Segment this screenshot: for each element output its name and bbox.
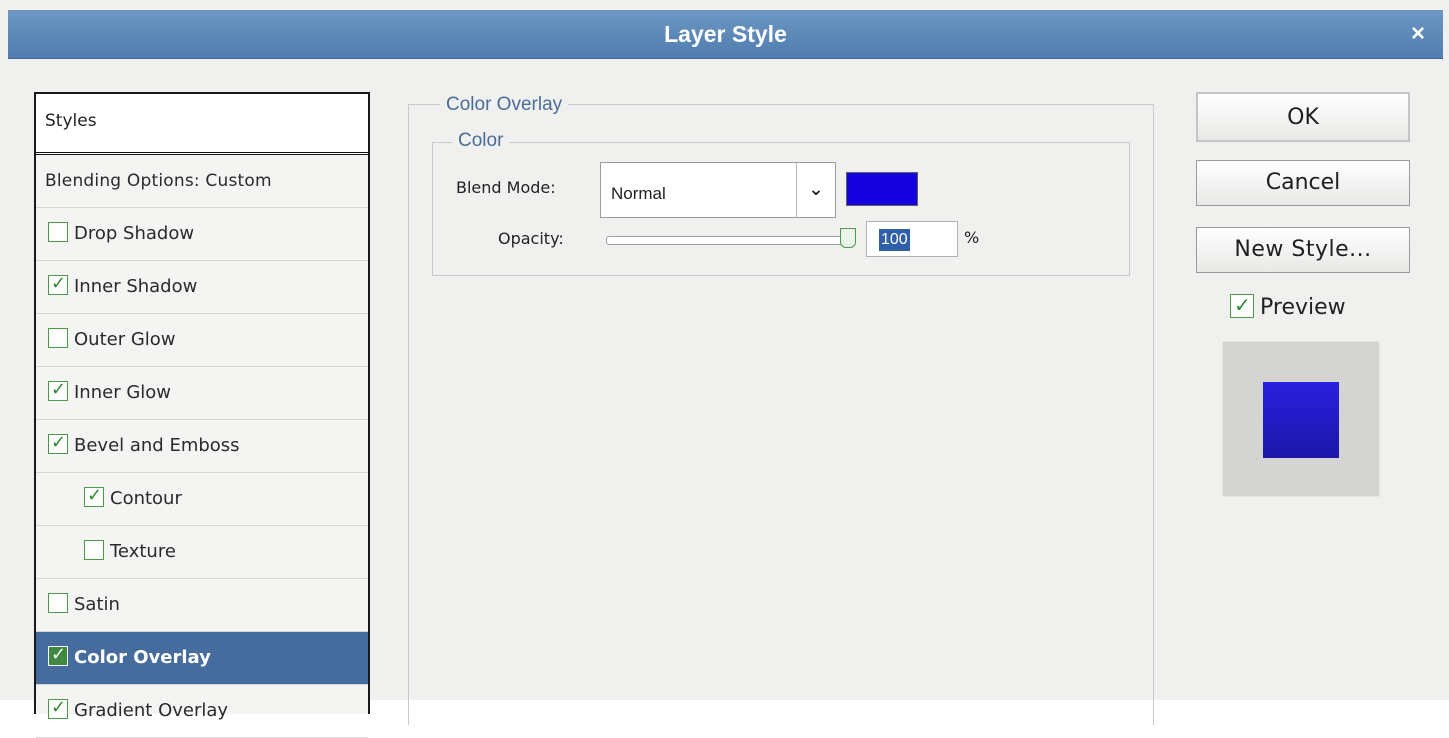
style-checkbox[interactable] — [84, 540, 104, 560]
opacity-input[interactable]: 100 — [866, 221, 958, 257]
style-item[interactable]: Color Overlay — [36, 632, 368, 685]
blend-mode-label: Blend Mode: — [456, 178, 556, 197]
style-item[interactable]: Satin — [36, 579, 368, 632]
ok-button[interactable]: OK — [1196, 92, 1410, 142]
style-item[interactable]: Texture — [36, 526, 368, 579]
blend-mode-select[interactable]: Normal ⌄ — [600, 162, 836, 218]
chevron-down-icon[interactable]: ⌄ — [796, 163, 835, 217]
style-item[interactable]: Inner Glow — [36, 367, 368, 420]
style-item-label: Outer Glow — [74, 329, 176, 350]
opacity-slider-thumb[interactable] — [840, 228, 856, 248]
styles-list: Styles Blending Options: Custom Drop Sha… — [34, 92, 370, 738]
style-checkbox[interactable] — [48, 593, 68, 613]
opacity-unit: % — [964, 228, 980, 247]
dialog-title: Layer Style — [664, 21, 787, 47]
preview-checkbox-row[interactable]: Preview — [1230, 288, 1346, 328]
preview-thumbnail — [1222, 341, 1380, 497]
style-item[interactable]: Contour — [36, 473, 368, 526]
style-item-label: Color Overlay — [74, 647, 211, 668]
style-checkbox[interactable] — [48, 328, 68, 348]
style-checkbox[interactable] — [48, 429, 68, 457]
preview-checkbox[interactable] — [1230, 291, 1254, 319]
style-item-label: Inner Shadow — [74, 276, 198, 297]
opacity-slider-track[interactable] — [606, 236, 848, 245]
style-item-label: Contour — [110, 488, 182, 509]
style-checkbox[interactable] — [48, 222, 68, 242]
group-title: Color — [452, 130, 510, 152]
style-item-label: Satin — [74, 594, 120, 615]
close-icon[interactable]: × — [1411, 10, 1425, 58]
blend-mode-value: Normal — [611, 184, 666, 203]
style-item-label: Gradient Overlay — [74, 700, 229, 721]
style-item[interactable]: Outer Glow — [36, 314, 368, 367]
styles-header[interactable]: Styles — [36, 94, 368, 155]
style-item-label: Inner Glow — [74, 382, 172, 403]
style-checkbox[interactable] — [48, 376, 68, 404]
style-checkbox[interactable] — [48, 641, 68, 669]
preview-label: Preview — [1260, 295, 1346, 320]
new-style-button[interactable]: New Style... — [1196, 227, 1410, 273]
title-bar: Layer Style × — [8, 10, 1443, 59]
style-checkbox[interactable] — [84, 482, 104, 510]
style-item[interactable]: Inner Shadow — [36, 261, 368, 314]
preview-swatch — [1263, 382, 1339, 458]
style-checkbox[interactable] — [48, 270, 68, 298]
section-title: Color Overlay — [440, 94, 569, 116]
opacity-label: Opacity: — [498, 229, 564, 248]
style-item[interactable]: Bevel and Emboss — [36, 420, 368, 473]
style-item[interactable]: Gradient Overlay — [36, 685, 368, 738]
overlay-color-swatch[interactable] — [846, 172, 918, 206]
cancel-button[interactable]: Cancel — [1196, 160, 1410, 206]
style-item-label: Drop Shadow — [74, 223, 195, 244]
blending-options-item[interactable]: Blending Options: Custom — [36, 155, 368, 208]
opacity-value: 100 — [879, 229, 910, 251]
style-item-label: Bevel and Emboss — [74, 435, 240, 456]
style-checkbox[interactable] — [48, 694, 68, 722]
style-item[interactable]: Drop Shadow — [36, 208, 368, 261]
layer-style-dialog: Layer Style × Styles Blending Options: C… — [0, 0, 1449, 738]
style-item-label: Texture — [110, 541, 176, 562]
